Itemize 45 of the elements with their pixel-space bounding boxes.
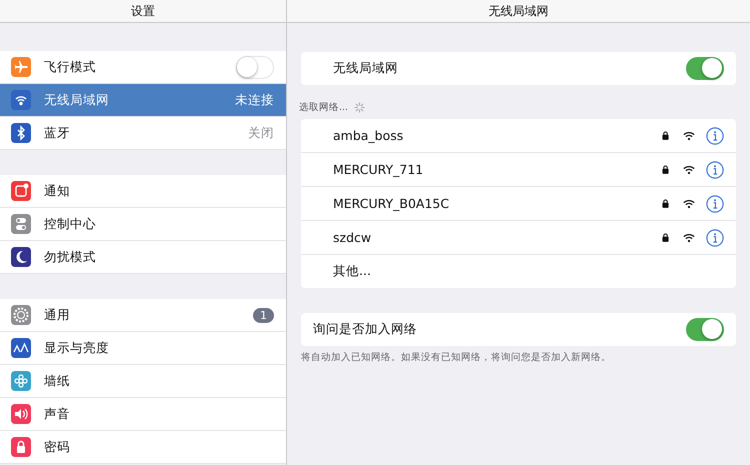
status-value: 关闭 <box>248 124 274 142</box>
wifi-icon <box>683 130 695 140</box>
count-badge: 1 <box>253 308 274 322</box>
footnote: 将自动加入已知网络。如果没有已知网络，将询问您是否加入新网络。 <box>301 351 612 364</box>
section-header: 选取网络... <box>299 101 348 114</box>
network-item[interactable]: szdcw <box>301 221 736 255</box>
setting-label: 询问是否加入网络 <box>313 321 418 338</box>
setting-label: 无线局域网 <box>333 60 399 77</box>
sidebar-item[interactable]: 通知 <box>0 175 286 208</box>
info-icon[interactable] <box>706 194 724 212</box>
lock-icon <box>11 437 31 457</box>
network-item[interactable]: amba_boss <box>301 119 736 153</box>
switches-icon <box>11 214 31 234</box>
sidebar-item[interactable]: 声音 <box>0 398 286 431</box>
info-icon[interactable] <box>706 126 724 144</box>
info-icon[interactable] <box>706 160 724 178</box>
toggle-switch[interactable] <box>686 318 724 341</box>
network-item[interactable]: 其他... <box>301 255 736 288</box>
wifi-icon <box>11 90 31 110</box>
network-item[interactable]: MERCURY_B0A15C <box>301 187 736 221</box>
toggle-switch[interactable] <box>686 57 724 80</box>
notification-icon <box>11 181 31 201</box>
spinner-icon <box>354 102 366 113</box>
wifi-icon <box>683 232 695 242</box>
status-value: 未连接 <box>235 92 274 108</box>
sidebar-item[interactable]: 墙纸 <box>0 365 286 398</box>
sidebar-item[interactable]: 显示与亮度 <box>0 332 286 365</box>
sidebar-item[interactable]: 蓝牙 关闭 <box>0 117 286 150</box>
wifi-icon <box>683 198 695 208</box>
airplane-icon <box>11 57 31 77</box>
bluetooth-icon <box>11 123 31 143</box>
sidebar-item[interactable]: 无线局域网 未连接 <box>0 84 286 117</box>
sidebar-item[interactable]: 勿扰模式 <box>0 241 286 274</box>
gear-icon <box>11 305 31 325</box>
detail-title: 无线局域网 <box>488 2 548 20</box>
info-icon[interactable] <box>706 228 724 246</box>
speaker-icon <box>11 404 31 424</box>
sidebar-title: 设置 <box>131 2 155 20</box>
sidebar-item[interactable]: 密码 <box>0 431 286 464</box>
sidebar-item[interactable]: 控制中心 <box>0 208 286 241</box>
network-item[interactable]: MERCURY_711 <box>301 153 736 187</box>
sidebar-item[interactable]: 通用 1 <box>0 299 286 332</box>
flower-icon <box>11 371 31 391</box>
moon-icon <box>11 247 31 267</box>
wifi-icon <box>683 164 695 174</box>
